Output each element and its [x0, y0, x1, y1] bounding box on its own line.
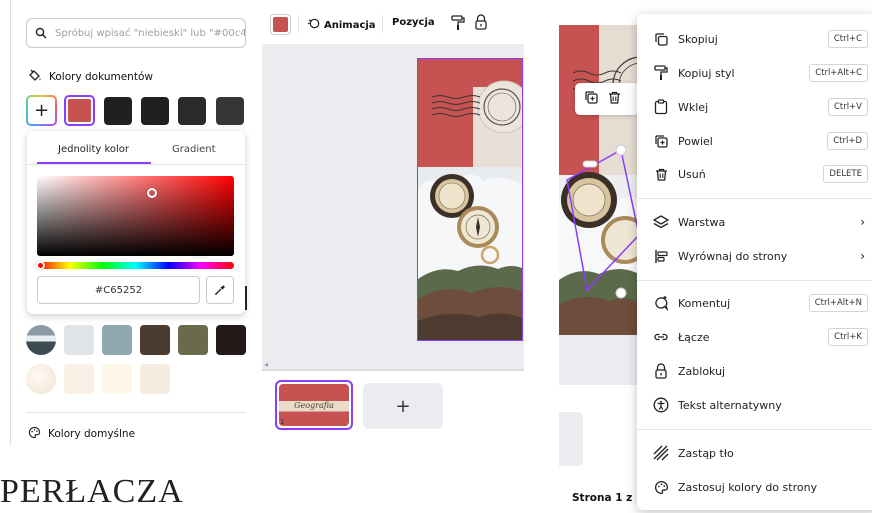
plus-icon: +	[395, 395, 411, 417]
color-picker-popover: Jednolity kolor Gradient #C65252	[27, 131, 245, 314]
clipboard-icon	[653, 99, 669, 115]
brand-watermark-text: PERŁACZA	[0, 473, 184, 510]
accessibility-icon	[653, 397, 669, 413]
document-color-swatch[interactable]	[104, 97, 132, 125]
menu-item-paste[interactable]: Wklej Ctrl+V	[637, 92, 872, 122]
chevron-right-icon: ›	[860, 249, 865, 263]
thumbnail-page-number: 1	[280, 418, 285, 426]
replace-background-icon	[653, 445, 669, 461]
photo-color-swatch[interactable]	[102, 325, 132, 355]
photo-color-swatch[interactable]	[178, 325, 208, 355]
eyedropper-button[interactable]	[206, 276, 234, 304]
photo-color-swatch[interactable]	[140, 325, 170, 355]
menu-item-link[interactable]: Łącze Ctrl+K	[637, 322, 872, 352]
design-page[interactable]	[417, 58, 523, 341]
paint-roller-icon	[653, 65, 669, 81]
text-color-button[interactable]	[270, 14, 291, 35]
scroll-left-arrow[interactable]: ◂	[264, 360, 268, 369]
default-colors-title: Kolory domyślne	[48, 428, 136, 440]
photo-color-swatch[interactable]	[216, 325, 246, 355]
menu-item-comment[interactable]: Komentuj Ctrl+Alt+N	[637, 288, 872, 318]
right-editor-header	[559, 0, 639, 25]
tabs-divider	[27, 164, 245, 165]
section-divider	[26, 412, 246, 413]
swatch-peek-edge	[245, 286, 247, 310]
layers-icon	[653, 214, 669, 230]
duplicate-icon	[653, 133, 669, 149]
context-menu: Skopiuj Ctrl+C Kopiuj styl Ctrl+Alt+C Wk…	[637, 14, 872, 510]
copy-icon	[653, 31, 669, 47]
animation-icon	[307, 17, 320, 33]
document-color-swatch[interactable]	[216, 97, 244, 125]
add-color-button[interactable]: +	[26, 95, 57, 126]
menu-separator	[637, 198, 872, 199]
tab-solid-color[interactable]: Jednolity kolor	[58, 144, 129, 155]
design-page-zoomed[interactable]	[559, 25, 639, 385]
document-color-swatch[interactable]	[178, 97, 206, 125]
selected-color-swatch[interactable]	[64, 95, 95, 126]
position-button[interactable]: Pozycja	[392, 17, 435, 28]
align-icon	[653, 248, 669, 264]
thumbnail-title: Geografia	[294, 400, 334, 410]
toolbar-separator	[298, 15, 299, 33]
paint-roller-icon[interactable]	[451, 15, 465, 35]
hex-input[interactable]: #C65252	[37, 276, 200, 304]
saturation-handle[interactable]	[147, 188, 157, 198]
add-page-button[interactable]: +	[363, 383, 443, 429]
lock-icon	[653, 363, 669, 379]
animation-button[interactable]: Animacja	[307, 17, 376, 33]
document-colors-title: Kolory dokumentów	[49, 70, 153, 83]
hue-handle[interactable]	[36, 261, 45, 270]
menu-item-replace-background[interactable]: Zastąp tło	[637, 438, 872, 468]
photo-color-swatch[interactable]	[102, 364, 132, 394]
menu-item-copy[interactable]: Skopiuj Ctrl+C	[637, 24, 872, 54]
menu-separator	[637, 280, 872, 281]
photo-thumbnail[interactable]	[26, 364, 56, 394]
menu-item-align-to-page[interactable]: Wyrównaj do strony ›	[637, 241, 872, 271]
horizontal-scrollbar[interactable]	[262, 369, 524, 371]
default-colors-heading: Kolory domyślne	[28, 426, 135, 442]
menu-item-lock[interactable]: Zablokuj	[637, 356, 872, 386]
paint-bucket-icon	[28, 68, 42, 85]
tab-gradient[interactable]: Gradient	[172, 144, 216, 155]
menu-item-copy-style[interactable]: Kopiuj styl Ctrl+Alt+C	[637, 58, 872, 88]
trash-icon	[653, 166, 669, 182]
menu-item-alt-text[interactable]: Tekst alternatywny	[637, 390, 872, 420]
active-tab-indicator	[37, 162, 151, 164]
saturation-value-area[interactable]	[37, 176, 234, 256]
menu-separator	[637, 429, 872, 430]
panel-divider	[10, 0, 11, 445]
floating-element-toolbar	[575, 83, 639, 115]
photo-thumbnail[interactable]	[26, 325, 56, 355]
page-thumbnail[interactable]: Geografia	[275, 380, 353, 430]
eyedropper-icon	[214, 281, 226, 300]
link-icon	[653, 329, 669, 345]
lock-icon[interactable]	[474, 14, 488, 34]
photo-color-swatch[interactable]	[64, 364, 94, 394]
right-thumbnail-strip	[559, 412, 583, 466]
page-count: Strona 1 z 1	[572, 492, 644, 504]
comment-icon	[653, 295, 669, 311]
toolbar-separator	[382, 15, 383, 33]
document-color-swatch[interactable]	[141, 97, 169, 125]
animation-label: Animacja	[324, 19, 376, 31]
palette-icon	[28, 426, 41, 442]
chevron-right-icon: ›	[860, 215, 865, 229]
search-placeholder: Spróbuj wpisać "niebieski" lub "#00c4	[55, 27, 245, 39]
position-label: Pozycja	[392, 17, 435, 28]
photo-color-swatch[interactable]	[140, 364, 170, 394]
palette-icon	[653, 479, 669, 495]
trash-icon[interactable]	[607, 90, 622, 109]
menu-item-delete[interactable]: Usuń DELETE	[637, 159, 872, 189]
menu-item-duplicate[interactable]: Powiel Ctrl+D	[637, 126, 872, 156]
plus-icon: +	[28, 97, 55, 124]
search-icon	[35, 24, 47, 43]
menu-item-layer[interactable]: Warstwa ›	[637, 207, 872, 237]
color-search-input[interactable]: Spróbuj wpisać "niebieski" lub "#00c4	[26, 18, 246, 48]
hue-slider[interactable]	[37, 262, 234, 269]
menu-item-apply-colors[interactable]: Zastosuj kolory do strony	[637, 472, 872, 502]
photo-color-swatch[interactable]	[64, 325, 94, 355]
document-colors-heading: Kolory dokumentów	[28, 68, 153, 85]
duplicate-icon[interactable]	[584, 90, 599, 109]
